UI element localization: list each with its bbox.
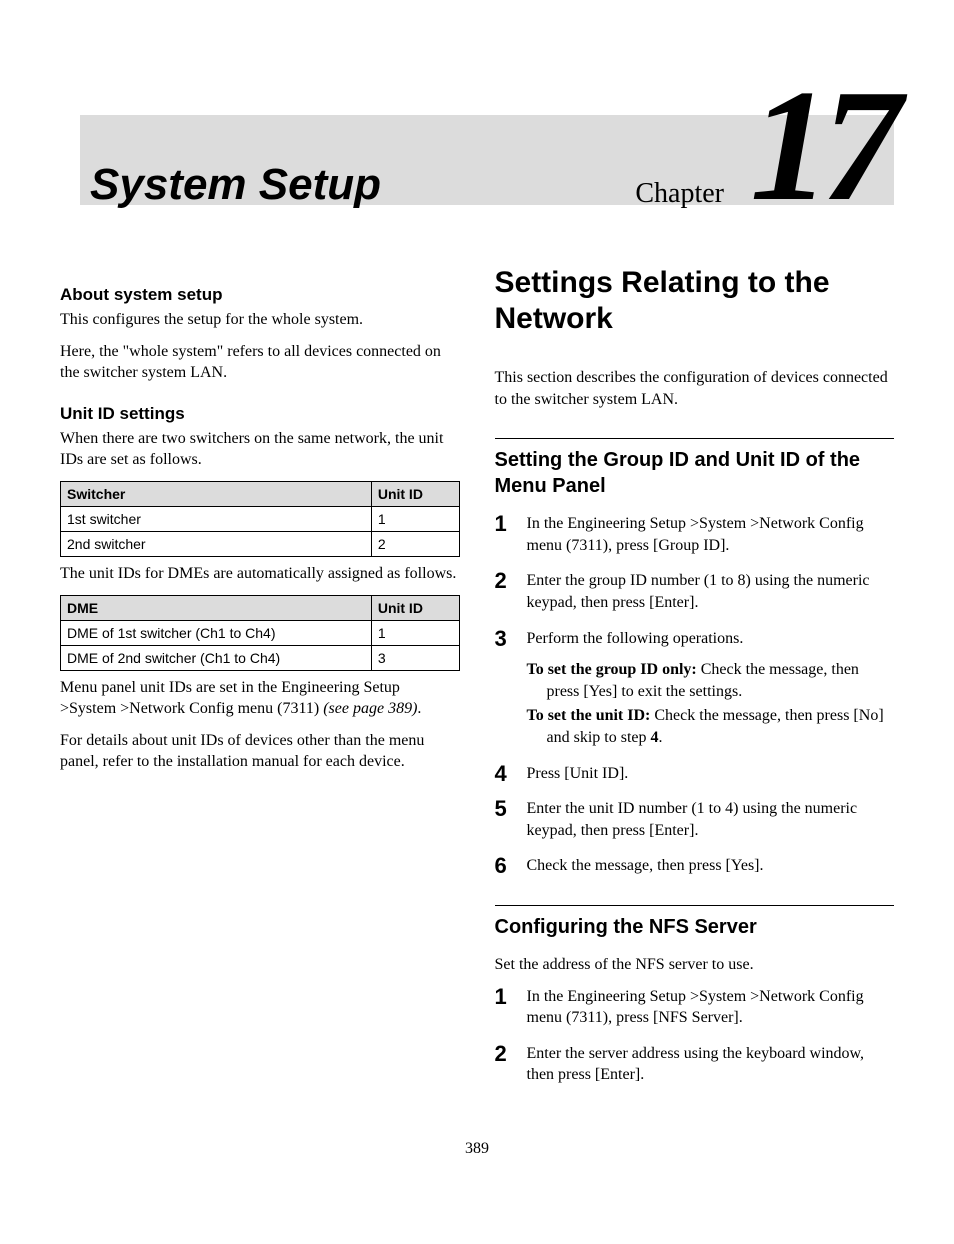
sub-label: To set the group ID only: (527, 661, 697, 678)
menupanel-note: Menu panel unit IDs are set in the Engin… (60, 677, 460, 720)
td: DME of 2nd switcher (Ch1 to Ch4) (61, 645, 372, 670)
td: 2nd switcher (61, 531, 372, 556)
nfs-heading: Configuring the NFS Server (495, 905, 895, 940)
td: DME of 1st switcher (Ch1 to Ch4) (61, 620, 372, 645)
content-columns: About system setup This configures the s… (60, 265, 894, 1100)
dme-intro: The unit IDs for DMEs are automatically … (60, 563, 460, 585)
about-p1: This configures the setup for the whole … (60, 309, 460, 331)
group-steps: In the Engineering Setup >System >Networ… (495, 513, 895, 877)
sub-group-only: To set the group ID only: Check the mess… (527, 659, 895, 702)
chapter-label: Chapter (635, 178, 724, 210)
step-4: Press [Unit ID]. (495, 763, 895, 785)
nfs-steps: In the Engineering Setup >System >Networ… (495, 986, 895, 1086)
table-row: DME of 2nd switcher (Ch1 to Ch4) 3 (61, 645, 460, 670)
sub-label: To set the unit ID: (527, 707, 651, 724)
dme-table: DME Unit ID DME of 1st switcher (Ch1 to … (60, 595, 460, 671)
th-dme: DME (61, 595, 372, 620)
step-2: Enter the group ID number (1 to 8) using… (495, 570, 895, 613)
chapter-title: System Setup (90, 160, 381, 210)
th-unitid: Unit ID (371, 595, 459, 620)
table-row: DME of 1st switcher (Ch1 to Ch4) 1 (61, 620, 460, 645)
chapter-number: 17 (750, 65, 894, 225)
td: 1st switcher (61, 506, 372, 531)
nfs-step-2: Enter the server address using the keybo… (495, 1043, 895, 1086)
sub-rest-c: . (659, 729, 663, 746)
right-column: Settings Relating to the Network This se… (495, 265, 895, 1100)
table-row: 1st switcher 1 (61, 506, 460, 531)
sub-unit-id: To set the unit ID: Check the message, t… (527, 705, 895, 748)
section-title: Settings Relating to the Network (495, 265, 895, 337)
details-note: For details about unit IDs of devices ot… (60, 730, 460, 773)
nfs-step-1: In the Engineering Setup >System >Networ… (495, 986, 895, 1029)
step-3: Perform the following operations. To set… (495, 628, 895, 749)
group-heading: Setting the Group ID and Unit ID of the … (495, 438, 895, 499)
section-intro: This section describes the configuration… (495, 367, 895, 410)
td: 2 (371, 531, 459, 556)
left-column: About system setup This configures the s… (60, 265, 460, 1100)
step-6: Check the message, then press [Yes]. (495, 855, 895, 877)
th-switcher: Switcher (61, 481, 372, 506)
chapter-header: System Setup Chapter 17 (60, 40, 894, 215)
step-3-text: Perform the following operations. (527, 630, 744, 647)
th-unitid: Unit ID (371, 481, 459, 506)
period: . (417, 700, 421, 717)
table-row: 2nd switcher 2 (61, 531, 460, 556)
td: 3 (371, 645, 459, 670)
unitid-heading: Unit ID settings (60, 404, 460, 424)
see-page-ref: (see page 389) (323, 700, 417, 717)
unitid-intro: When there are two switchers on the same… (60, 428, 460, 471)
step-ref-4: 4 (651, 729, 659, 746)
page-number: 389 (60, 1140, 894, 1158)
step-3-sublist: To set the group ID only: Check the mess… (527, 659, 895, 748)
nfs-intro: Set the address of the NFS server to use… (495, 954, 895, 976)
about-p2: Here, the "whole system" refers to all d… (60, 341, 460, 384)
td: 1 (371, 506, 459, 531)
switcher-table: Switcher Unit ID 1st switcher 1 2nd swit… (60, 481, 460, 557)
step-1: In the Engineering Setup >System >Networ… (495, 513, 895, 556)
step-5: Enter the unit ID number (1 to 4) using … (495, 798, 895, 841)
td: 1 (371, 620, 459, 645)
about-heading: About system setup (60, 285, 460, 305)
